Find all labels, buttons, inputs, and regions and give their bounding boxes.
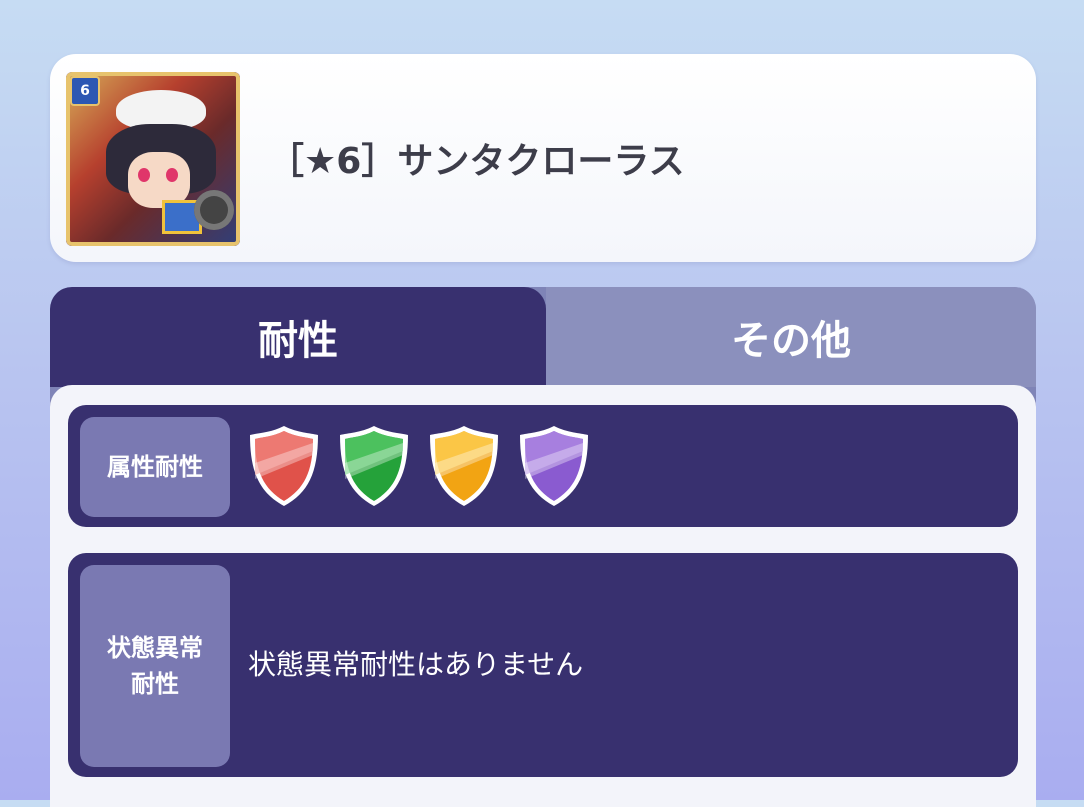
status-resistance-label-line2: 耐性 [131,670,179,698]
resistance-content: 属性耐性 状態異常 耐性 状態異常耐性はありません [50,385,1036,807]
attribute-resistance-label: 属性耐性 [80,417,230,517]
tab-resistance[interactable]: 耐性 [50,287,546,387]
status-resistance-row: 状態異常 耐性 状態異常耐性はありません [68,553,1018,777]
character-portrait[interactable]: 6 [66,72,240,246]
attribute-shield-list [246,423,592,509]
purple-shield-icon [520,426,588,506]
status-resistance-label-line1: 状態異常 [107,634,203,662]
rarity-badge-icon: 6 [70,76,100,106]
yellow-shield-icon [430,426,498,506]
red-shield-icon [250,426,318,506]
character-name: ［★6］サンタクローラス [268,141,685,182]
status-resistance-label: 状態異常 耐性 [80,565,230,767]
green-shield-icon [340,426,408,506]
attribute-resistance-row: 属性耐性 [68,405,1018,527]
status-resistance-value: 状態異常耐性はありません [248,648,584,681]
details-panel: 耐性 その他 属性耐性 状態異常 耐性 状態異常耐性はありません [50,287,1036,807]
tab-other[interactable]: その他 [546,287,1036,387]
